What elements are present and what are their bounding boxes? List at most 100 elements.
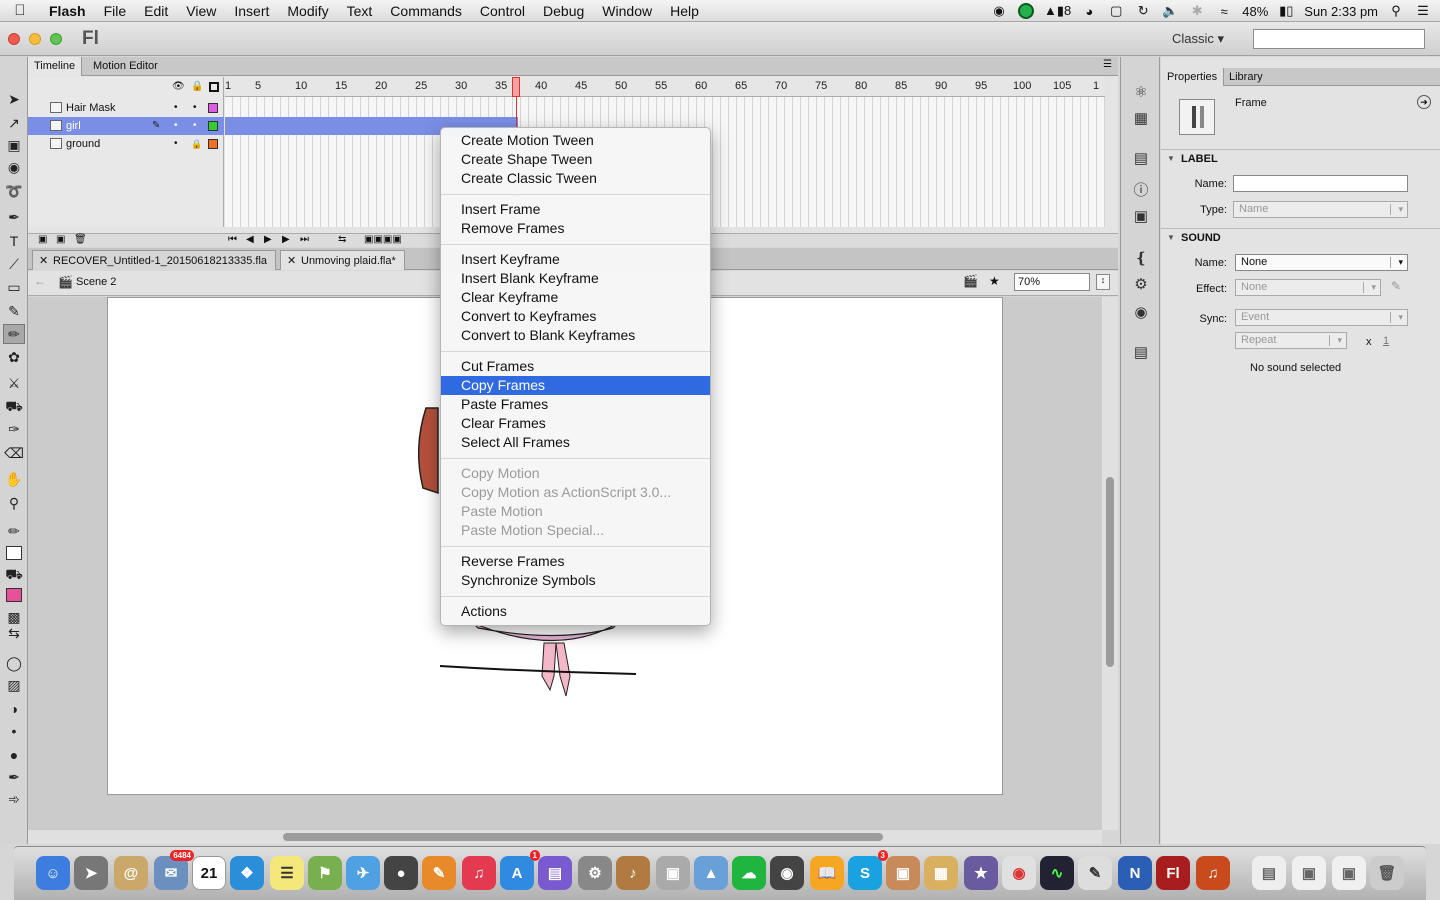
lock-icon[interactable]: 🔒 [191, 81, 203, 92]
volume-icon[interactable]: 🔈 [1161, 3, 1179, 19]
zoom-dropdown-icon[interactable]: ↕ [1096, 274, 1110, 290]
new-layer-icon[interactable]: ▣ [38, 234, 47, 245]
status-green-icon[interactable] [1017, 3, 1035, 19]
outline-icon[interactable] [209, 82, 219, 92]
sound-section-header[interactable]: SOUND [1161, 228, 1440, 247]
apple-menu-icon[interactable]:  [0, 2, 40, 19]
menu-commands[interactable]: Commands [381, 3, 471, 19]
lock-dot[interactable]: • [193, 117, 197, 135]
layer-color-swatch[interactable] [208, 103, 218, 113]
finder-icon[interactable]: ☺ [36, 856, 70, 890]
menu-convert-to-keyframes[interactable]: Convert to Keyframes [441, 307, 710, 326]
tab-motion-editor[interactable]: Motion Editor [87, 57, 164, 76]
effect-select[interactable]: None ▾ [1235, 279, 1381, 296]
app-store-icon[interactable]: A1 [500, 850, 540, 890]
label-type-select[interactable]: Name ▾ [1233, 201, 1408, 218]
panel-menu-icon[interactable]: ☰ [1103, 59, 1112, 70]
tilt-icon[interactable]: ➾ [3, 789, 25, 809]
scene-label[interactable]: Scene 2 [76, 276, 116, 288]
sketchbook-icon[interactable]: ✎ [422, 856, 456, 890]
go-first-frame-icon[interactable]: ⏮ [228, 234, 237, 245]
system-preferences-icon[interactable]: ⚙ [578, 856, 612, 890]
layer-color-swatch[interactable] [208, 139, 218, 149]
stroke-swatch[interactable] [3, 543, 25, 563]
bluetooth-icon[interactable]: ✱ [1188, 3, 1206, 19]
trash-icon[interactable]: 🗑 [1370, 856, 1404, 890]
menu-insert-blank-keyframe[interactable]: Insert Blank Keyframe [441, 269, 710, 288]
brush-mode-icon[interactable]: ◑ [3, 699, 25, 719]
visibility-dot[interactable]: • [174, 99, 178, 117]
delete-layer-icon[interactable]: 🗑 [74, 234, 87, 245]
menu-clear-frames[interactable]: Clear Frames [441, 414, 710, 433]
facetime-icon[interactable]: ● [384, 856, 418, 890]
activity-monitor-icon[interactable]: ∿ [1040, 856, 1074, 890]
subselection-tool-icon[interactable]: ↗ [3, 113, 25, 133]
close-tab-icon[interactable]: ✕ [287, 251, 296, 271]
menu-create-classic-tween[interactable]: Create Classic Tween [441, 169, 710, 188]
edit-scene-icon[interactable]: 🎬 [963, 274, 978, 288]
repeat-select[interactable]: Repeat ▾ [1235, 332, 1347, 349]
menu-help[interactable]: Help [661, 3, 708, 19]
menu-file[interactable]: File [95, 3, 136, 19]
skype-icon[interactable]: S3 [848, 850, 888, 890]
onion-skin-icon[interactable]: ▣▣▣▣ [364, 234, 402, 245]
zoom-window-button[interactable] [50, 33, 62, 45]
fill-swatch[interactable] [3, 585, 25, 605]
object-drawing-icon[interactable]: ◯ [3, 653, 25, 673]
menu-create-shape-tween[interactable]: Create Shape Tween [441, 150, 710, 169]
chrome-icon[interactable]: ◉ [1002, 856, 1036, 890]
menu-copy-frames[interactable]: Copy Frames [441, 376, 710, 395]
menu-create-motion-tween[interactable]: Create Motion Tween [441, 131, 710, 150]
loop-icon[interactable]: ⇆ [338, 234, 346, 245]
help-icon[interactable]: ➜ [1417, 95, 1431, 109]
battery-percent[interactable]: 48% [1242, 4, 1268, 19]
menu-view[interactable]: View [177, 3, 225, 19]
close-window-button[interactable] [8, 33, 20, 45]
align-panel-icon[interactable]: ▤ [1131, 149, 1151, 169]
menu-insert-frame[interactable]: Insert Frame [441, 200, 710, 219]
downloads-stack-icon[interactable]: ▤ [1252, 856, 1286, 890]
mail-icon[interactable]: ✉ 6484 [154, 850, 194, 890]
hand-tool-icon[interactable]: ✋ [3, 469, 25, 489]
zoom-input[interactable]: 70% [1014, 273, 1090, 291]
evernote-like-icon[interactable]: ☁ [732, 856, 766, 890]
adobe-notifications[interactable]: ▲▮8 [1044, 3, 1071, 19]
edit-symbol-icon[interactable]: ★ [989, 274, 1000, 288]
layer-row-girl[interactable]: girl ✎ • • [28, 117, 224, 135]
movie-explorer-icon[interactable]: ▤ [1131, 343, 1151, 363]
edit-envelope-icon[interactable]: ✎ [1391, 279, 1401, 293]
folder-stack-icon[interactable]: ▣ [1332, 856, 1366, 890]
clock[interactable]: Sun 2:33 pm [1304, 4, 1378, 19]
menu-cut-frames[interactable]: Cut Frames [441, 357, 710, 376]
sync-select[interactable]: Event ▾ [1235, 309, 1408, 326]
brush-tool-icon[interactable]: ✏ [3, 324, 25, 344]
keynote-icon[interactable]: ▲ [694, 856, 728, 890]
help-search-input[interactable] [1253, 29, 1425, 49]
notification-center-icon[interactable]: ☰ [1414, 3, 1432, 19]
info-panel-icon[interactable]: ⓘ [1131, 179, 1151, 199]
layer-row-ground[interactable]: ground • 🔒 [28, 135, 224, 153]
menu-actions[interactable]: Actions [441, 602, 710, 621]
notes-icon[interactable]: ☰ [270, 856, 304, 890]
menu-debug[interactable]: Debug [534, 3, 593, 19]
transform-panel-icon[interactable]: ▣ [1131, 207, 1151, 227]
menu-reverse-frames[interactable]: Reverse Frames [441, 552, 710, 571]
imovie-icon[interactable]: ★ [964, 856, 998, 890]
playhead[interactable] [512, 77, 520, 97]
paint-bucket-tool-icon[interactable]: ⛟ [3, 397, 25, 417]
zoom-tool-icon[interactable]: ⚲ [3, 493, 25, 513]
contacts-icon[interactable]: @ [114, 856, 148, 890]
menu-text[interactable]: Text [338, 3, 382, 19]
sync-icon[interactable]: ◕ [1080, 3, 1098, 19]
text-tool-icon[interactable]: T [3, 231, 25, 251]
document-tab-unmoving-plaid[interactable]: ✕ Unmoving plaid.fla* [280, 250, 405, 270]
eyedropper-tool-icon[interactable]: ✑ [3, 419, 25, 439]
flash-dock-icon[interactable]: Fl [1156, 856, 1190, 890]
deco-tool-icon[interactable]: ✿ [3, 347, 25, 367]
bone-tool-icon[interactable]: ⚔ [3, 373, 25, 393]
back-arrow-icon[interactable]: ← [34, 274, 46, 288]
visibility-dot[interactable]: • [174, 135, 178, 153]
step-forward-icon[interactable]: ▶ [282, 234, 290, 245]
menu-edit[interactable]: Edit [135, 3, 177, 19]
lock-dot[interactable]: • [193, 99, 197, 117]
